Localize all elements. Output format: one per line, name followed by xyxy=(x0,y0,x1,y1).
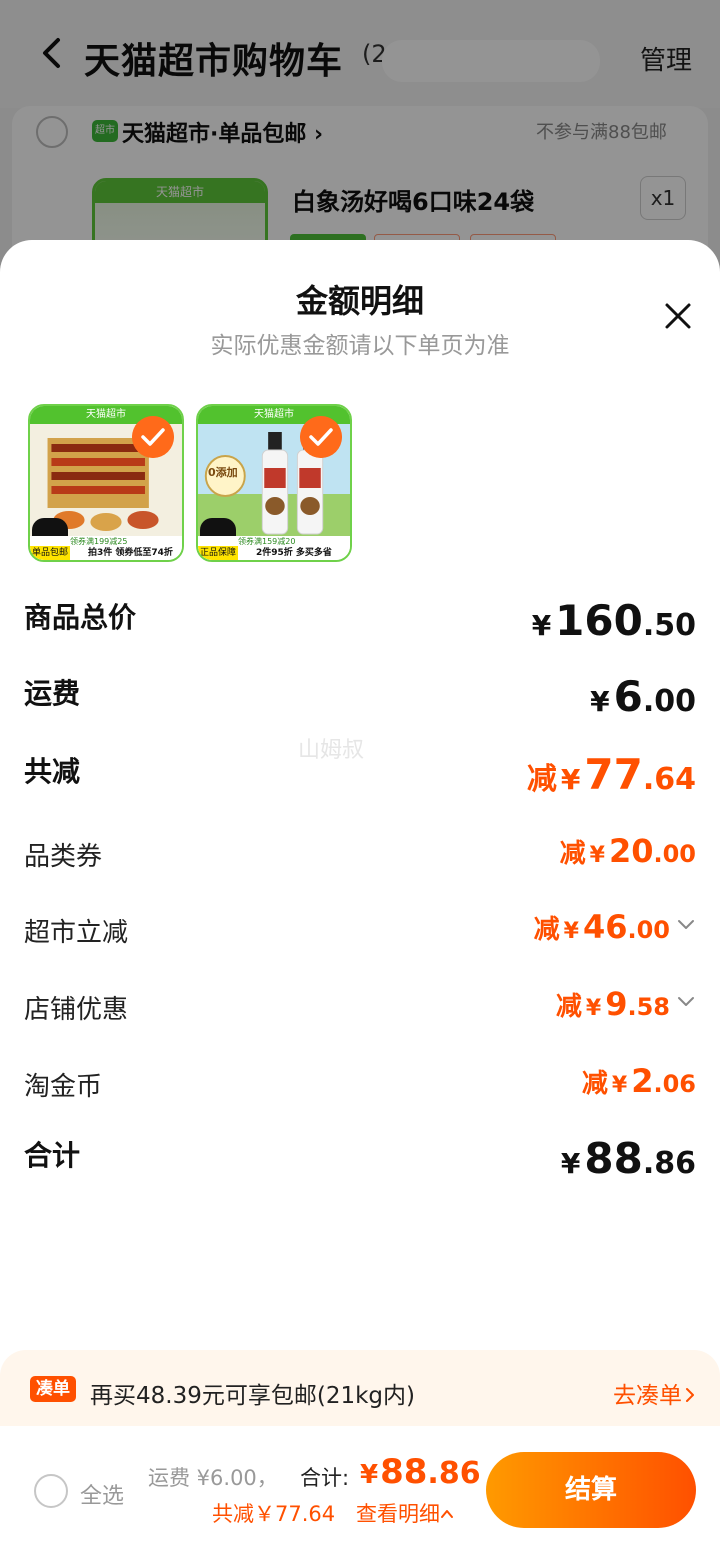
shipping-value: ¥6.00 xyxy=(590,672,696,721)
chevron-down-icon[interactable] xyxy=(676,991,696,1011)
checkmark-icon[interactable] xyxy=(300,416,342,458)
promo-text: 再买48.39元可享包邮(21kg内) xyxy=(90,1383,415,1409)
bottom-total-label: 合计: xyxy=(300,1466,350,1490)
close-icon[interactable] xyxy=(658,296,698,336)
bottom-reduced-text: 共减￥77.64 xyxy=(212,1502,336,1526)
row-total-reduced: 共减 减 ¥77.64 xyxy=(24,750,696,800)
row-label: 共减 xyxy=(24,755,81,788)
thumb-deal-text: 拍3件 领券低至74折 xyxy=(88,548,173,558)
total-reduced-value: 减 ¥77.64 xyxy=(526,750,696,799)
goods-total-value: ¥160.50 xyxy=(531,596,696,645)
checkmark-icon[interactable] xyxy=(132,416,174,458)
product-thumb-2[interactable]: 天猫超市 0添加 领券满159减20 正品保障 2件95折 多买多省 xyxy=(196,404,352,562)
row-shipping: 运费 ¥6.00 xyxy=(24,672,696,722)
bottom-total-value: ¥88.86 xyxy=(360,1452,481,1492)
sheet-title: 金额明细 xyxy=(295,282,424,320)
thumb-promo-strip: 领券满159减20 正品保障 2件95折 多买多省 xyxy=(198,536,350,560)
sheet-subtitle: 实际优惠金额请以下单页为准 xyxy=(210,333,510,359)
chevron-up-icon xyxy=(441,1510,453,1518)
row-label: 超市立减 xyxy=(24,918,129,948)
grand-total-value: ¥88.86 xyxy=(560,1134,696,1183)
category-coupon-value: 减 ¥20.00 xyxy=(559,832,696,870)
thumb-left-tag: 正品保障 xyxy=(198,546,239,560)
checkout-bar: 全选 运费 ¥6.00， 合计: ¥88.86 共减￥77.64 查看明细 结算 xyxy=(0,1426,720,1552)
select-all-label[interactable]: 全选 xyxy=(80,1478,124,1510)
row-grand-total: 合计 ¥88.86 xyxy=(24,1134,696,1184)
free-shipping-promo-bar: 凑单 再买48.39元可享包邮(21kg内) 去凑单 xyxy=(0,1350,720,1434)
row-store-discount[interactable]: 店铺优惠 减 ¥9.58 xyxy=(24,985,696,1035)
checkout-button[interactable]: 结算 xyxy=(486,1452,696,1528)
taojinbi-value: 减 ¥2.06 xyxy=(581,1062,696,1100)
thumb-left-tag: 单品包邮 xyxy=(30,546,71,560)
row-taojinbi: 淘金币 减 ¥2.06 xyxy=(24,1062,696,1112)
row-label: 运费 xyxy=(24,677,81,710)
product-thumb-1[interactable]: 天猫超市 领券满199减25 单品包邮 拍3件 领券低至74折 xyxy=(28,404,184,562)
row-label: 商品总价 xyxy=(24,601,137,634)
zero-additive-badge: 0添加 xyxy=(208,466,238,479)
thumb-deal-text: 2件95折 多买多省 xyxy=(256,548,332,558)
chevron-right-icon xyxy=(686,1388,694,1402)
thumb-promo-strip: 领券满199减25 单品包邮 拍3件 领券低至74折 xyxy=(30,536,182,560)
view-detail-link[interactable]: 查看明细 xyxy=(356,1498,454,1528)
bottom-shipping-text: 运费 ¥6.00， xyxy=(148,1466,278,1490)
promo-tag: 凑单 xyxy=(30,1376,76,1402)
supermarket-discount-value[interactable]: 减 ¥46.00 xyxy=(534,908,696,946)
row-label: 品类券 xyxy=(24,842,103,872)
row-goods-total: 商品总价 ¥160.50 xyxy=(24,596,696,646)
row-supermarket-discount[interactable]: 超市立减 减 ¥46.00 xyxy=(24,908,696,958)
row-label: 合计 xyxy=(24,1139,81,1172)
select-all-radio[interactable] xyxy=(34,1474,68,1508)
row-category-coupon: 品类券 减 ¥20.00 xyxy=(24,832,696,882)
chevron-down-icon[interactable] xyxy=(676,914,696,934)
store-discount-value[interactable]: 减 ¥9.58 xyxy=(556,985,696,1023)
row-label: 淘金币 xyxy=(24,1072,103,1102)
row-label: 店铺优惠 xyxy=(24,995,129,1025)
add-more-items-link[interactable]: 去凑单 xyxy=(613,1376,698,1410)
